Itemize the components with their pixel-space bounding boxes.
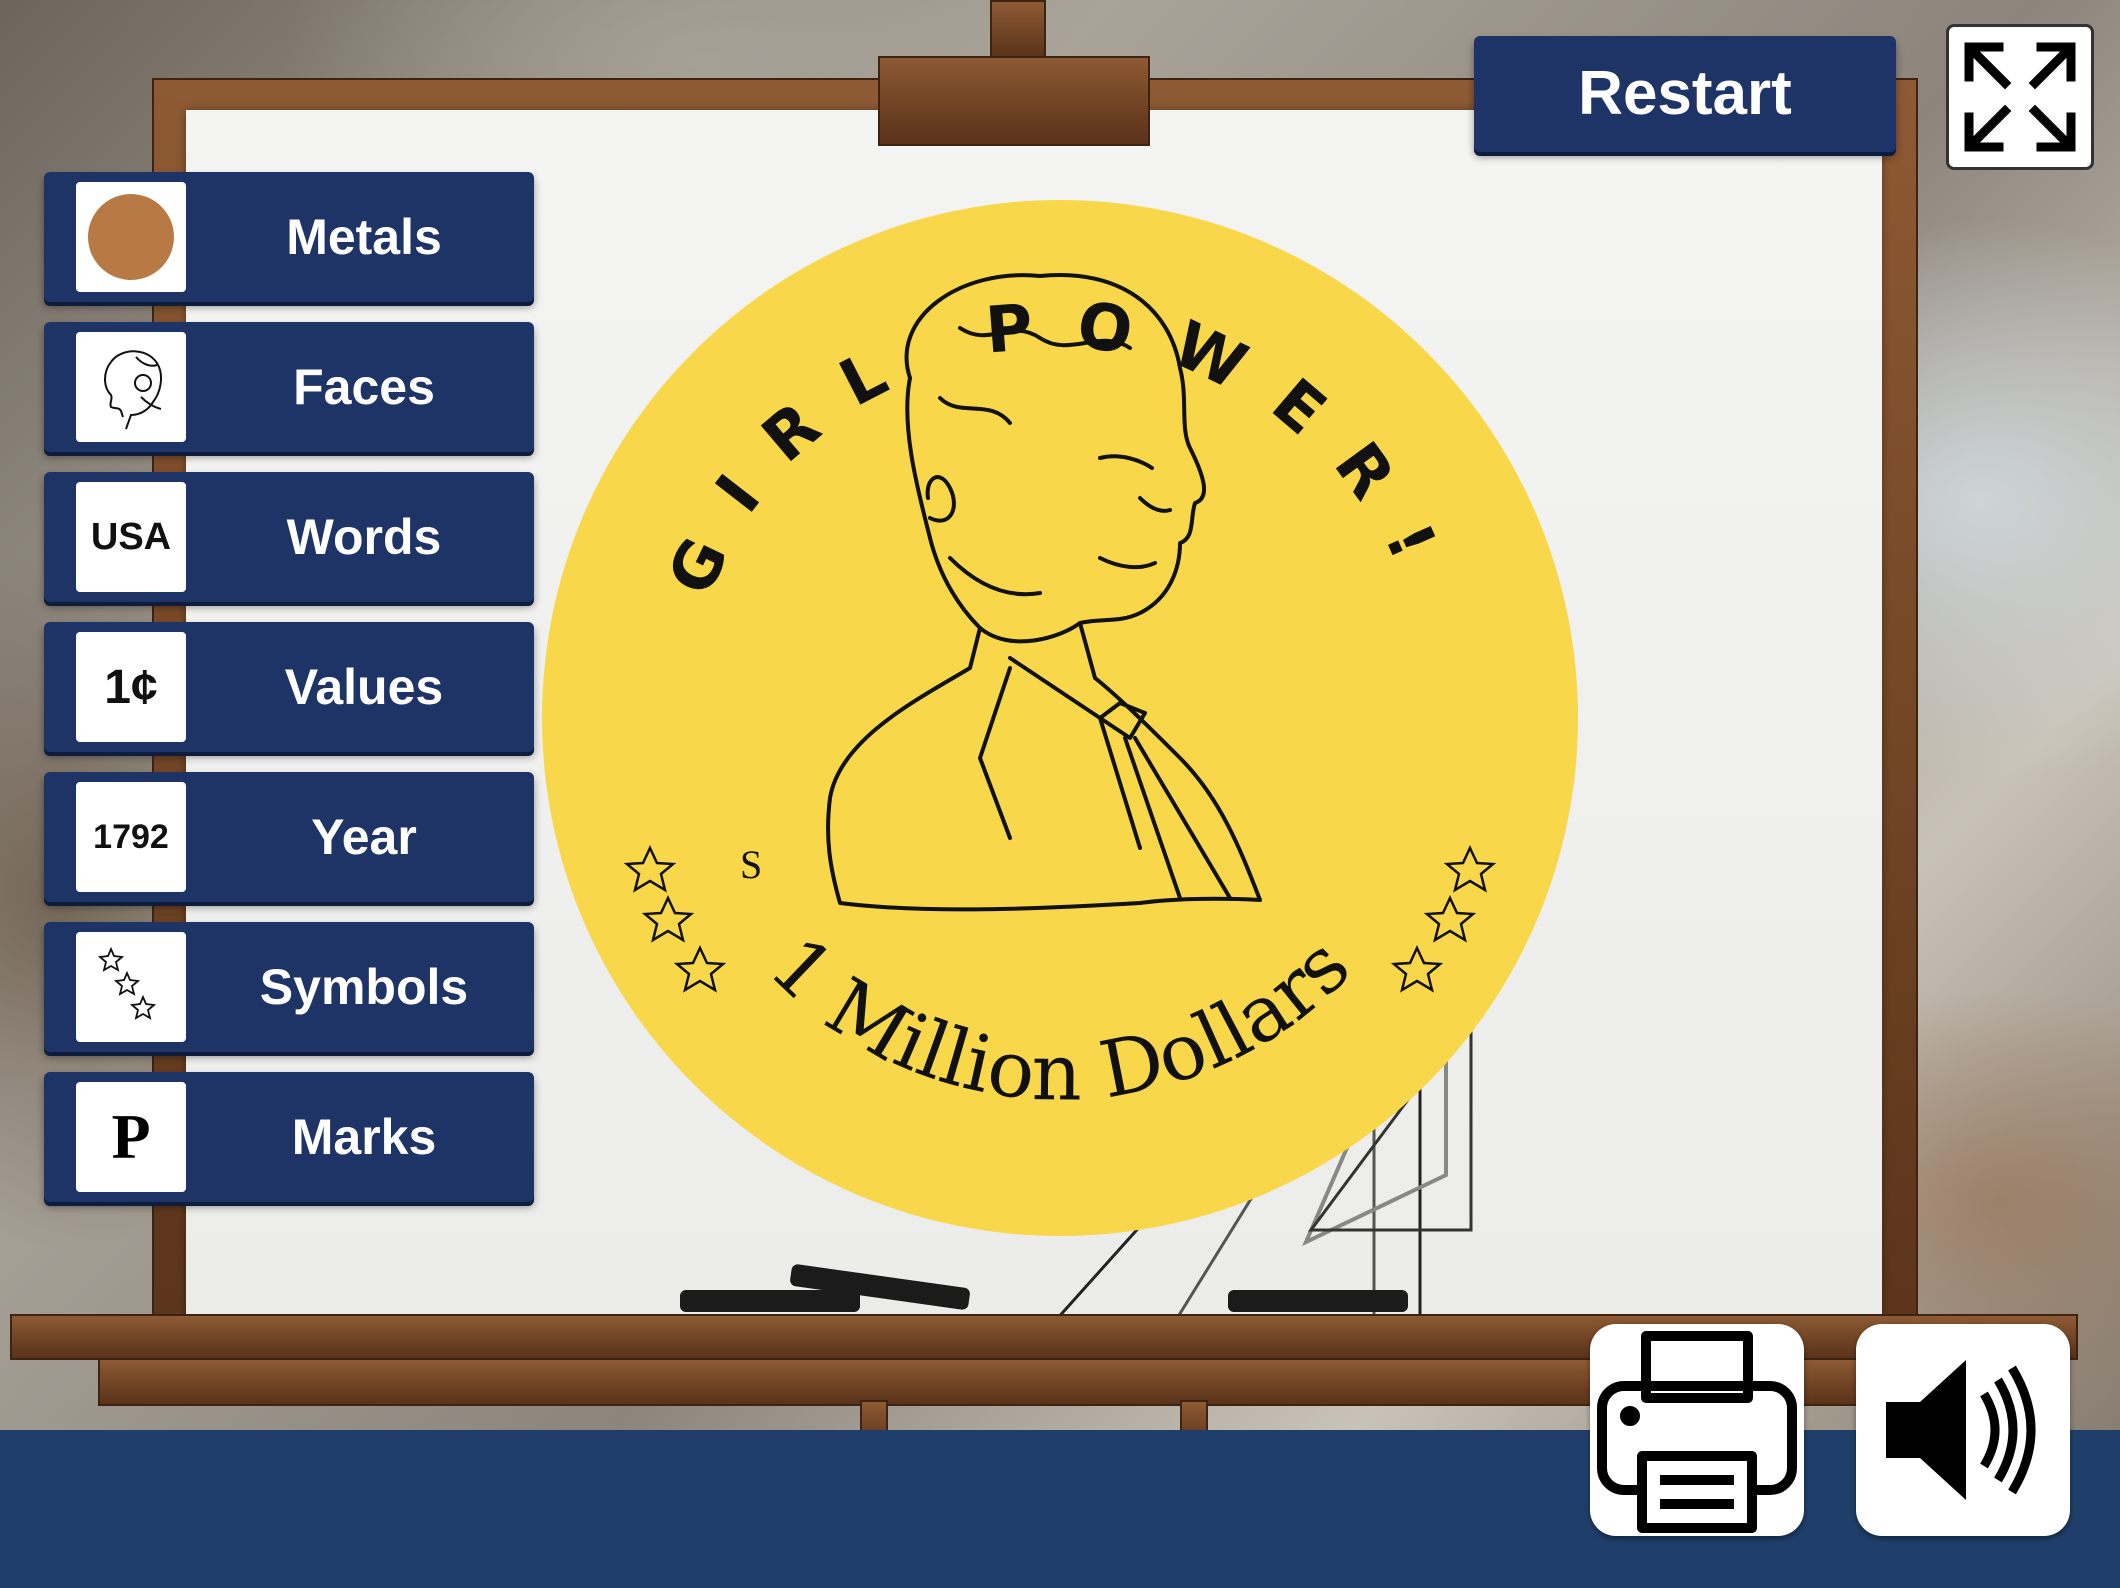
words-thumbnail: USA xyxy=(76,482,186,592)
sidebar-item-label: Metals xyxy=(286,209,442,265)
sidebar-item-faces[interactable]: Faces xyxy=(44,322,534,452)
faces-thumbnail xyxy=(76,332,186,442)
sidebar-item-label: Symbols xyxy=(259,959,469,1015)
marker xyxy=(680,1290,860,1312)
sidebar-item-year[interactable]: 1792 Year xyxy=(44,772,534,902)
printer-icon xyxy=(1597,1331,1797,1533)
sound-button[interactable] xyxy=(1856,1324,2070,1536)
easel-clamp xyxy=(878,56,1150,146)
sidebar-item-symbols[interactable]: Symbols xyxy=(44,922,534,1052)
print-button[interactable] xyxy=(1590,1324,1804,1536)
symbols-thumbnail xyxy=(76,932,186,1042)
portrait-icon xyxy=(104,350,162,430)
fullscreen-expand-icon xyxy=(1964,42,2076,152)
values-thumb-text: 1¢ xyxy=(104,660,158,714)
sidebar-item-values[interactable]: 1¢ Values xyxy=(44,622,534,752)
restart-button[interactable]: Restart xyxy=(1474,36,1896,152)
sidebar-item-marks[interactable]: P Marks xyxy=(44,1072,534,1202)
sidebar-item-label: Marks xyxy=(291,1109,437,1165)
stars-icon xyxy=(97,946,157,1020)
speaker-icon xyxy=(1886,1360,2036,1500)
mint-mark: S xyxy=(740,842,762,887)
sidebar-item-words[interactable]: USA Words xyxy=(44,472,534,602)
easel-post xyxy=(990,0,1046,60)
sidebar-item-metals[interactable]: Metals xyxy=(44,172,534,302)
values-thumbnail: 1¢ xyxy=(76,632,186,742)
copper-circle-icon xyxy=(88,194,174,280)
year-thumb-text: 1792 xyxy=(93,817,169,856)
year-thumbnail: 1792 xyxy=(76,782,186,892)
metals-thumbnail xyxy=(76,182,186,292)
coin: GIRL POWER! 1 Million Dollars S xyxy=(540,198,1580,1238)
marker xyxy=(1228,1290,1408,1312)
sidebar-item-label: Values xyxy=(284,659,444,715)
marks-thumb-text: P xyxy=(111,1101,151,1172)
words-thumb-text: USA xyxy=(90,515,172,558)
sidebar-item-label: Words xyxy=(286,509,442,565)
fullscreen-button[interactable] xyxy=(1946,24,2094,170)
sidebar-item-label: Faces xyxy=(293,359,435,415)
marks-thumbnail: P xyxy=(76,1082,186,1192)
sidebar-item-label: Year xyxy=(311,809,417,865)
